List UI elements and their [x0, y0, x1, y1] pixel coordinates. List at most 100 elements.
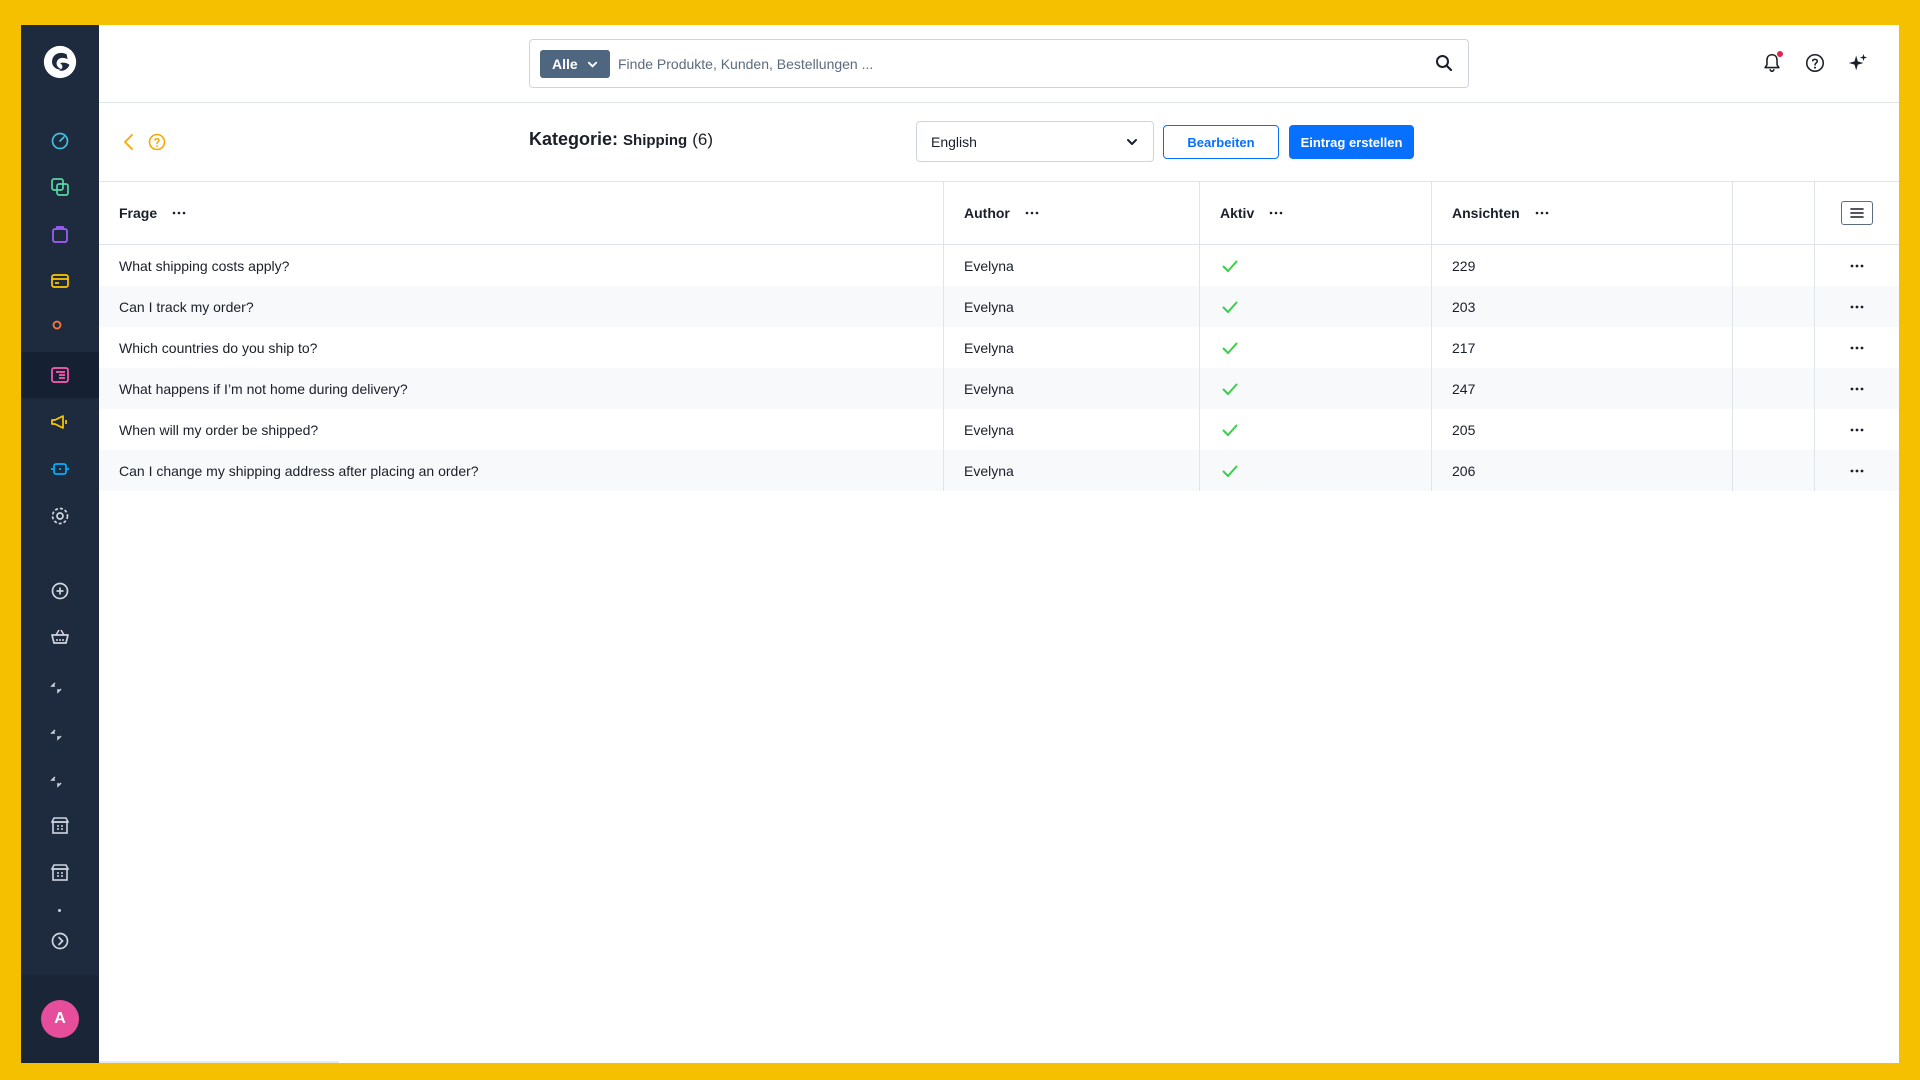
table-row[interactable]: Can I change my shipping address after p… — [99, 450, 1899, 491]
question-text: When will my order be shipped? — [119, 421, 319, 438]
store-icon — [50, 817, 70, 834]
search-icon[interactable] — [1434, 53, 1454, 73]
bell-icon[interactable] — [1760, 51, 1784, 75]
sidebar-item[interactable] — [21, 399, 99, 445]
sidebar-item[interactable] — [21, 661, 99, 707]
views-cell: 229 — [1432, 245, 1733, 286]
question-text: Which countries do you ship to? — [119, 339, 318, 356]
search-input[interactable] — [618, 50, 1398, 78]
sidebar-item[interactable] — [21, 493, 99, 539]
create-entry-button[interactable]: Eintrag erstellen — [1289, 125, 1414, 159]
more-horizontal-icon[interactable] — [1848, 462, 1866, 480]
entry-count: (6) — [692, 130, 713, 149]
page-header: Kategorie: Shipping (6) English Bearbeit… — [99, 103, 1899, 182]
sidebar-item[interactable] — [21, 568, 99, 614]
row-actions-cell — [1815, 245, 1899, 286]
table-row[interactable]: Can I track my order? Evelyna 203 — [99, 286, 1899, 327]
sidebar-item[interactable] — [21, 802, 99, 848]
column-header-views[interactable]: Ansichten — [1432, 182, 1733, 244]
help-icon[interactable] — [1803, 51, 1827, 75]
table-row[interactable]: What happens if I’m not home during deli… — [99, 368, 1899, 409]
sidebar-user-area: A — [21, 975, 99, 1063]
dashboard-icon — [51, 132, 69, 150]
sidebar-item[interactable] — [21, 614, 99, 660]
edit-button[interactable]: Bearbeiten — [1163, 125, 1279, 159]
column-settings-button[interactable] — [1841, 201, 1873, 225]
language-select-value: English — [931, 133, 977, 150]
table-row[interactable]: When will my order be shipped? Evelyna 205 — [99, 409, 1899, 450]
check-icon — [1222, 424, 1238, 436]
question-cell[interactable]: What happens if I’m not home during deli… — [99, 368, 944, 409]
more-horizontal-icon[interactable] — [1534, 205, 1550, 221]
column-header-label: Ansichten — [1452, 205, 1520, 221]
empty-cell — [1733, 327, 1815, 368]
column-settings-cell — [1815, 182, 1899, 244]
author-cell: Evelyna — [944, 450, 1200, 491]
content-icon — [51, 367, 69, 383]
question-cell[interactable]: What shipping costs apply? — [99, 245, 944, 286]
question-cell[interactable]: Can I change my shipping address after p… — [99, 450, 944, 491]
check-icon — [1222, 260, 1238, 272]
sidebar-item[interactable] — [21, 849, 99, 895]
sidebar-item[interactable] — [21, 305, 99, 351]
list-icon — [1850, 208, 1864, 218]
row-actions-cell — [1815, 450, 1899, 491]
shopware-logo-icon[interactable] — [38, 40, 82, 84]
sidebar-item[interactable] — [21, 755, 99, 801]
back-arrow-icon[interactable] — [119, 132, 139, 152]
author-cell: Evelyna — [944, 286, 1200, 327]
views-cell: 217 — [1432, 327, 1733, 368]
author-text: Evelyna — [964, 339, 1014, 356]
more-horizontal-icon[interactable] — [1268, 205, 1284, 221]
author-cell: Evelyna — [944, 245, 1200, 286]
table-row[interactable]: Which countries do you ship to? Evelyna 21… — [99, 327, 1899, 368]
faq-table: Frage Author Aktiv Ansichten What shippi… — [99, 182, 1899, 491]
views-cell: 247 — [1432, 368, 1733, 409]
views-text: 229 — [1452, 257, 1476, 274]
search-filter-label: Alle — [552, 56, 578, 72]
question-text: Can I change my shipping address after p… — [119, 462, 479, 479]
more-horizontal-icon[interactable] — [1024, 205, 1040, 221]
scrollbar-track — [99, 1061, 339, 1063]
more-horizontal-icon[interactable] — [1848, 380, 1866, 398]
views-cell: 203 — [1432, 286, 1733, 327]
column-header-active[interactable]: Aktiv — [1200, 182, 1432, 244]
chevron-down-icon — [1127, 138, 1137, 145]
table-header-row: Frage Author Aktiv Ansichten — [99, 182, 1899, 245]
more-horizontal-icon[interactable] — [1848, 257, 1866, 275]
row-actions-cell — [1815, 409, 1899, 450]
language-select[interactable]: English — [916, 121, 1154, 162]
active-cell — [1200, 368, 1432, 409]
search-filter-dropdown[interactable]: Alle — [540, 50, 610, 78]
sparkle-icon[interactable] — [1846, 51, 1870, 75]
author-cell: Evelyna — [944, 327, 1200, 368]
more-horizontal-icon[interactable] — [1848, 339, 1866, 357]
question-cell[interactable]: Can I track my order? — [99, 286, 944, 327]
sidebar-item[interactable] — [21, 258, 99, 304]
sidebar-item[interactable] — [21, 164, 99, 210]
row-actions-cell — [1815, 327, 1899, 368]
more-horizontal-icon[interactable] — [1848, 298, 1866, 316]
question-cell[interactable]: When will my order be shipped? — [99, 409, 944, 450]
sidebar-item[interactable] — [21, 708, 99, 754]
sidebar-item[interactable] — [21, 918, 99, 964]
question-cell[interactable]: Which countries do you ship to? — [99, 327, 944, 368]
sidebar-item[interactable] — [21, 117, 99, 163]
avatar[interactable]: A — [41, 1000, 79, 1038]
sidebar: A — [21, 25, 99, 1063]
column-header-label: Frage — [119, 205, 158, 221]
column-header-question[interactable]: Frage — [99, 182, 944, 244]
check-icon — [1222, 301, 1238, 313]
column-header-author[interactable]: Author — [944, 182, 1200, 244]
sidebar-item[interactable] — [21, 352, 99, 398]
top-bar: Alle — [99, 25, 1899, 103]
help-circle-icon[interactable] — [147, 132, 167, 152]
column-header-label: Aktiv — [1220, 205, 1255, 221]
sidebar-item[interactable] — [21, 446, 99, 492]
more-horizontal-icon[interactable] — [171, 205, 187, 221]
more-horizontal-icon[interactable] — [1848, 421, 1866, 439]
author-text: Evelyna — [964, 380, 1014, 397]
settings-icon — [51, 507, 69, 525]
table-row[interactable]: What shipping costs apply? Evelyna 229 — [99, 245, 1899, 286]
sidebar-item[interactable] — [21, 211, 99, 257]
